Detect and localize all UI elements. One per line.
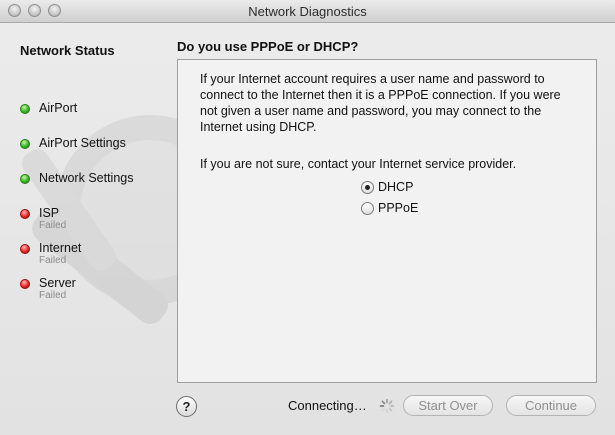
status-item-sublabel: Failed [39,255,67,266]
network-status-header: Network Status [20,43,115,58]
option-label[interactable]: PPPoE [378,201,418,215]
option-label[interactable]: DHCP [378,180,413,194]
status-item-label: Internet [39,241,82,255]
status-item-sublabel: Failed [39,290,67,301]
status-ok-icon [20,174,30,184]
status-ok-icon [20,139,30,149]
status-failed-icon [20,279,30,289]
title-bar: Network Diagnostics [0,0,615,23]
status-failed-icon [20,209,30,219]
status-failed-icon [20,244,30,254]
spinner-icon [379,398,395,414]
status-item-label: ISP [39,206,60,220]
network-diagnostics-window: Network Diagnostics Network Status AirPo… [0,0,615,435]
status-ok-icon [20,104,30,114]
window-title: Network Diagnostics [248,4,367,19]
explanation-text: If your Internet account requires a user… [200,72,561,134]
content-panel: If your Internet account requires a user… [177,59,597,383]
status-item-label: Server [39,276,76,290]
status-item-label: AirPort Settings [39,136,126,150]
status-item-label: Network Settings [39,171,134,185]
start-over-button[interactable]: Start Over [403,395,493,416]
radio-dhcp[interactable] [361,181,374,194]
status-item-label: AirPort [39,101,78,115]
connection-status-text: Connecting… [288,398,367,413]
hint-text: If you are not sure, contact your Intern… [200,157,517,171]
help-button[interactable]: ? [176,396,197,417]
continue-button[interactable]: Continue [506,395,596,416]
status-item-sublabel: Failed [39,220,67,231]
radio-pppoe[interactable] [361,202,374,215]
question-heading: Do you use PPPoE or DHCP? [177,39,359,54]
